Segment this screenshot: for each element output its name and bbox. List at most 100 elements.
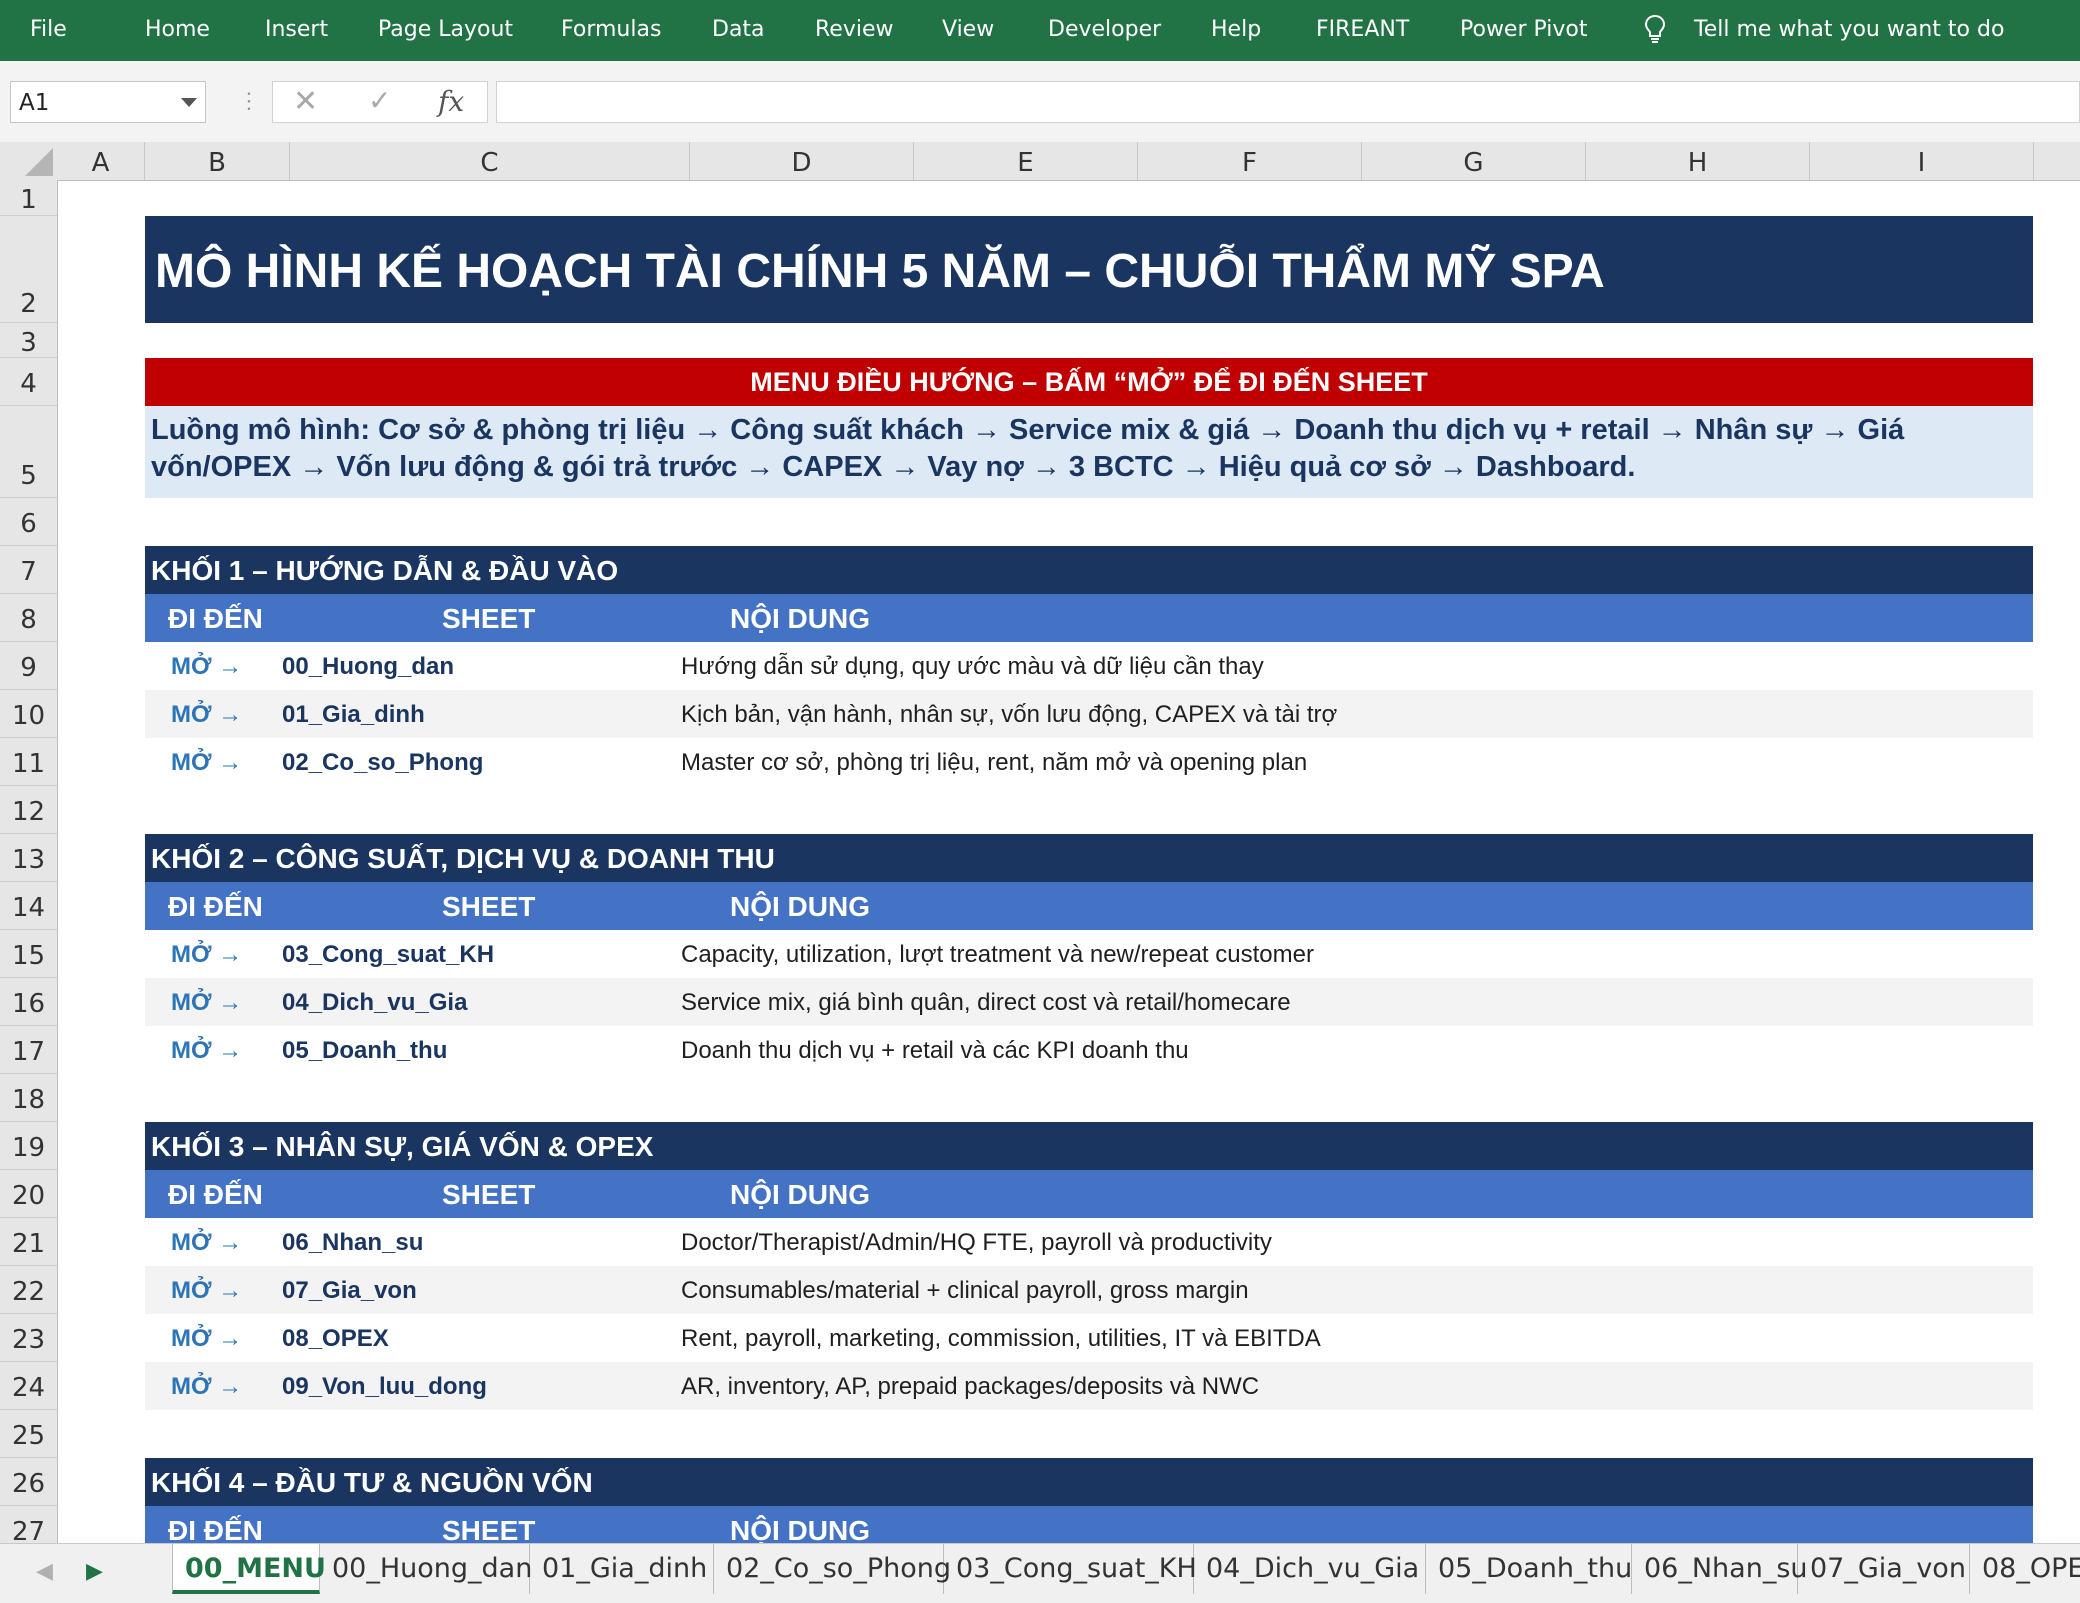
open-link[interactable]: MỞ → xyxy=(171,1277,242,1305)
row-header-2[interactable]: 2 xyxy=(0,216,57,323)
ribbon-tab-developer[interactable]: Developer xyxy=(1048,17,1161,42)
sheet-name: 02_Co_so_Phong xyxy=(282,749,484,776)
sheet-tab-bar: ◀ ▶ 00_MENU 00_Huong_dan 01_Gia_dinh 02_… xyxy=(0,1543,2080,1603)
block-3-title: KHỐI 3 – NHÂN SỰ, GIÁ VỐN & OPEX xyxy=(145,1122,2033,1170)
header-content: NỘI DUNG xyxy=(730,1179,870,1210)
enter-icon[interactable]: ✓ xyxy=(368,84,391,117)
row-header-21[interactable]: 21 xyxy=(0,1218,57,1266)
header-sheet: SHEET xyxy=(442,891,536,922)
model-flow-description: Luồng mô hình: Cơ sở & phòng trị liệu → … xyxy=(145,406,2033,498)
column-header-h[interactable]: H xyxy=(1586,142,1810,180)
row-header-26[interactable]: 26 xyxy=(0,1458,57,1506)
row-header-20[interactable]: 20 xyxy=(0,1170,57,1218)
open-link[interactable]: MỞ → xyxy=(171,941,242,969)
row-header-8[interactable]: 8 xyxy=(0,594,57,642)
sheet-tab-07-gia-von[interactable]: 07_Gia_von xyxy=(1798,1544,1970,1594)
row-header-18[interactable]: 18 xyxy=(0,1074,57,1122)
ribbon-tab-fireant[interactable]: FIREANT xyxy=(1316,17,1409,42)
tell-me-search[interactable]: Tell me what you want to do xyxy=(1694,17,2004,42)
table-row: MỞ → 00_Huong_dan Hướng dẫn sử dụng, quy… xyxy=(145,642,2033,690)
select-all-corner[interactable] xyxy=(0,142,57,180)
row-header-12[interactable]: 12 xyxy=(0,786,57,834)
row-header-1[interactable]: 1 xyxy=(0,180,57,216)
column-header-g[interactable]: G xyxy=(1362,142,1586,180)
row-header-25[interactable]: 25 xyxy=(0,1410,57,1458)
row-header-7[interactable]: 7 xyxy=(0,546,57,594)
column-header-i[interactable]: I xyxy=(1810,142,2034,180)
column-headers: A B C D E F G H I xyxy=(0,142,2080,181)
sheet-description: Doanh thu dịch vụ + retail và các KPI do… xyxy=(681,1037,1189,1064)
header-sheet: SHEET xyxy=(442,1515,536,1543)
header-content: NỘI DUNG xyxy=(730,603,870,634)
open-link[interactable]: MỞ → xyxy=(171,989,242,1017)
row-header-13[interactable]: 13 xyxy=(0,834,57,882)
scroll-tabs-left-icon[interactable]: ◀ xyxy=(36,1558,53,1584)
ribbon-tab-file[interactable]: File xyxy=(30,17,67,42)
column-header-f[interactable]: F xyxy=(1138,142,1362,180)
sheet-tab-03-cong-suat-kh[interactable]: 03_Cong_suat_KH xyxy=(944,1544,1197,1594)
insert-function-icon[interactable]: fx xyxy=(438,85,464,118)
sheet-tab-00-menu[interactable]: 00_MENU xyxy=(172,1544,326,1594)
sheet-description: Consumables/material + clinical payroll,… xyxy=(681,1277,1249,1304)
row-header-22[interactable]: 22 xyxy=(0,1266,57,1314)
open-link[interactable]: MỞ → xyxy=(171,749,242,777)
column-header-b[interactable]: B xyxy=(145,142,290,180)
row-header-17[interactable]: 17 xyxy=(0,1026,57,1074)
header-sheet: SHEET xyxy=(442,603,536,634)
formula-input[interactable] xyxy=(496,81,2080,123)
sheet-description: AR, inventory, AP, prepaid packages/depo… xyxy=(681,1373,1260,1400)
row-header-3[interactable]: 3 xyxy=(0,323,57,358)
open-link[interactable]: MỞ → xyxy=(171,1229,242,1257)
row-header-24[interactable]: 24 xyxy=(0,1362,57,1410)
sheet-tab-04-dich-vu-gia[interactable]: 04_Dich_vu_Gia xyxy=(1194,1544,1426,1594)
sheet-tab-08-opex[interactable]: 08_OPEX xyxy=(1970,1544,2080,1594)
header-go: ĐI ĐẾN xyxy=(168,891,263,922)
open-link[interactable]: MỞ → xyxy=(171,1373,242,1401)
row-header-15[interactable]: 15 xyxy=(0,930,57,978)
ribbon-tab-insert[interactable]: Insert xyxy=(265,17,328,42)
sheet-tab-01-gia-dinh[interactable]: 01_Gia_dinh xyxy=(530,1544,714,1594)
open-link[interactable]: MỞ → xyxy=(171,653,242,681)
ribbon-tab-review[interactable]: Review xyxy=(815,17,894,42)
ribbon-tab-view[interactable]: View xyxy=(942,17,994,42)
sheet-tab-00-huong-dan[interactable]: 00_Huong_dan xyxy=(320,1544,532,1594)
column-header-d[interactable]: D xyxy=(690,142,914,180)
ribbon-tab-data[interactable]: Data xyxy=(712,17,765,42)
column-header-a[interactable]: A xyxy=(57,142,145,180)
drag-handle-icon[interactable]: ⋮ xyxy=(238,88,260,114)
row-header-16[interactable]: 16 xyxy=(0,978,57,1026)
row-header-9[interactable]: 9 xyxy=(0,642,57,690)
ribbon-tab-help[interactable]: Help xyxy=(1211,17,1261,42)
block-3-header: ĐI ĐẾN SHEET NỘI DUNG xyxy=(145,1170,2033,1218)
row-header-4[interactable]: 4 xyxy=(0,358,57,406)
sheet-name: 06_Nhan_su xyxy=(282,1229,424,1256)
sheet-name: 08_OPEX xyxy=(282,1325,389,1352)
row-header-11[interactable]: 11 xyxy=(0,738,57,786)
column-header-e[interactable]: E xyxy=(914,142,1138,180)
chevron-down-icon[interactable] xyxy=(181,98,197,107)
row-header-5[interactable]: 5 xyxy=(0,406,57,498)
row-header-19[interactable]: 19 xyxy=(0,1122,57,1170)
open-link[interactable]: MỞ → xyxy=(171,1037,242,1065)
block-4-header: ĐI ĐẾN SHEET NỘI DUNG xyxy=(145,1506,2033,1543)
row-header-23[interactable]: 23 xyxy=(0,1314,57,1362)
row-header-10[interactable]: 10 xyxy=(0,690,57,738)
row-header-14[interactable]: 14 xyxy=(0,882,57,930)
worksheet-grid[interactable]: MÔ HÌNH KẾ HOẠCH TÀI CHÍNH 5 NĂM – CHUỖI… xyxy=(57,180,2080,1543)
header-sheet: SHEET xyxy=(442,1179,536,1210)
row-header-27[interactable]: 27 xyxy=(0,1506,57,1543)
open-link[interactable]: MỞ → xyxy=(171,701,242,729)
ribbon-tab-page-layout[interactable]: Page Layout xyxy=(378,17,513,42)
cancel-icon[interactable]: ✕ xyxy=(293,84,318,119)
name-box[interactable]: A1 xyxy=(10,81,206,123)
column-header-c[interactable]: C xyxy=(290,142,690,180)
ribbon-tab-formulas[interactable]: Formulas xyxy=(561,17,661,42)
ribbon-tab-home[interactable]: Home xyxy=(145,17,210,42)
row-header-6[interactable]: 6 xyxy=(0,498,57,546)
sheet-tab-05-doanh-thu[interactable]: 05_Doanh_thu xyxy=(1426,1544,1632,1594)
ribbon-tab-power-pivot[interactable]: Power Pivot xyxy=(1460,17,1588,42)
open-link[interactable]: MỞ → xyxy=(171,1325,242,1353)
sheet-tab-02-co-so-phong[interactable]: 02_Co_so_Phong xyxy=(714,1544,951,1594)
sheet-tab-06-nhan-su[interactable]: 06_Nhan_su xyxy=(1632,1544,1808,1594)
scroll-tabs-right-icon[interactable]: ▶ xyxy=(86,1558,103,1584)
